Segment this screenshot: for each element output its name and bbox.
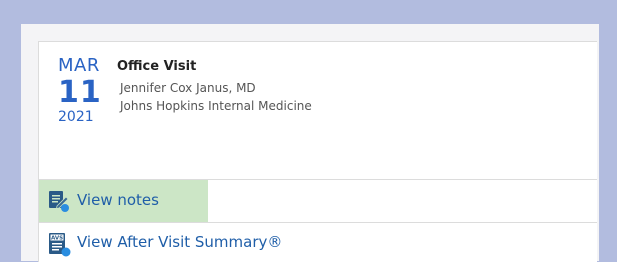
visit-type: Office Visit bbox=[117, 59, 197, 74]
appointment-year: 2021 bbox=[58, 109, 94, 125]
appointment-date: MAR 11 2021 bbox=[58, 55, 108, 126]
appointment-day: 11 bbox=[58, 75, 102, 110]
avs-document-icon: AVS bbox=[48, 232, 72, 258]
appointment-card-container: MAR 11 2021 Office Visit Jennifer Cox Ja… bbox=[21, 24, 599, 262]
department-name: Johns Hopkins Internal Medicine bbox=[120, 99, 312, 113]
appointment-month: MAR bbox=[58, 55, 100, 76]
appointment-card: MAR 11 2021 Office Visit Jennifer Cox Ja… bbox=[38, 41, 597, 262]
view-notes-button[interactable]: View notes bbox=[39, 180, 208, 222]
svg-text:AVS: AVS bbox=[51, 236, 63, 242]
view-avs-label: View After Visit Summary® bbox=[77, 233, 283, 251]
view-after-visit-summary-button[interactable]: AVS View After Visit Summary® bbox=[39, 223, 597, 262]
provider-name: Jennifer Cox Janus, MD bbox=[120, 81, 256, 95]
notes-pen-icon bbox=[48, 190, 70, 212]
view-notes-label: View notes bbox=[77, 191, 159, 209]
